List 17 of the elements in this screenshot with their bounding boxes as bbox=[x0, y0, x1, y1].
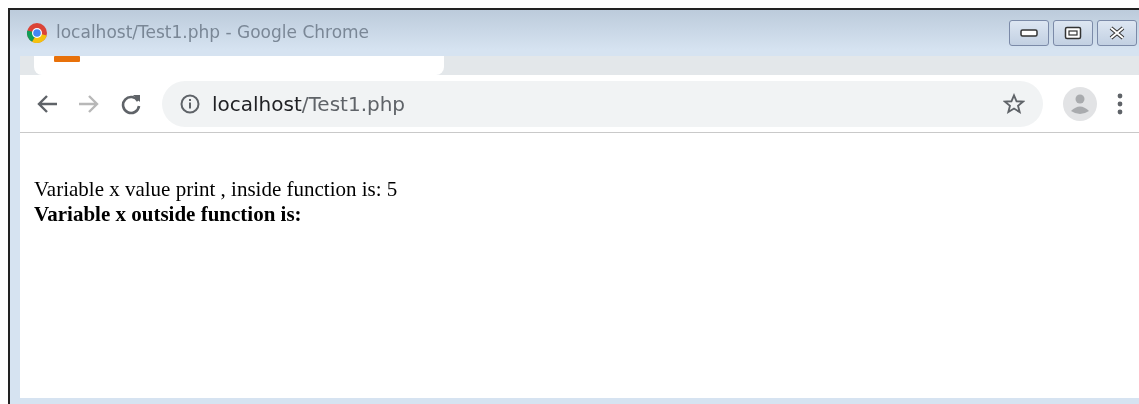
favicon-icon bbox=[54, 56, 80, 62]
address-field[interactable]: localhost/Test1.php bbox=[162, 80, 1043, 127]
close-icon bbox=[1108, 26, 1126, 40]
browser-logo-icon bbox=[26, 22, 48, 44]
page-text-line: Variable x value print , inside function is: 5 bbox=[34, 177, 398, 203]
minimize-icon bbox=[1020, 29, 1038, 37]
info-icon bbox=[180, 93, 200, 114]
back-button[interactable] bbox=[36, 93, 58, 114]
window-title: localhost/Test1.php - Google Chrome bbox=[56, 21, 370, 45]
minimize-button[interactable] bbox=[1009, 20, 1049, 46]
close-button[interactable] bbox=[1097, 20, 1137, 46]
maximize-icon bbox=[1064, 26, 1082, 40]
menu-icon[interactable] bbox=[1117, 92, 1123, 115]
reload-button[interactable] bbox=[120, 92, 142, 115]
page-text-line: Variable x outside function is: bbox=[34, 202, 302, 228]
maximize-button[interactable] bbox=[1053, 20, 1093, 46]
bookmark-star-icon[interactable] bbox=[1003, 92, 1025, 115]
